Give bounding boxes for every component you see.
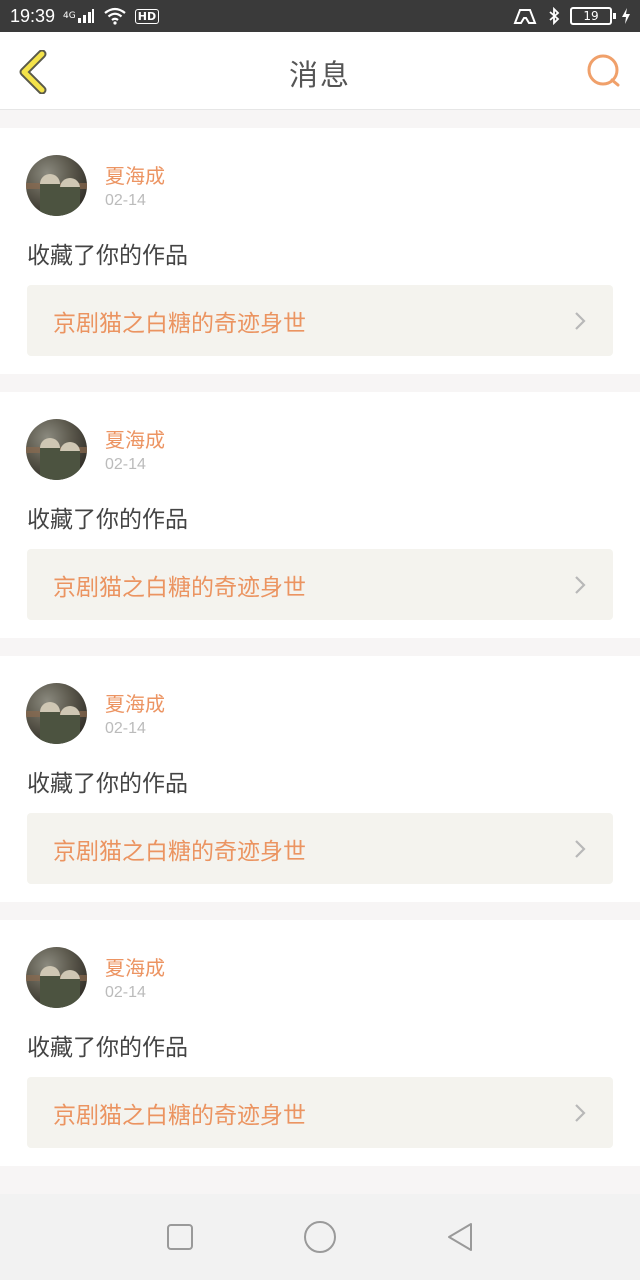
avatar[interactable] [26,947,87,1008]
work-title: 京剧猫之白糖的奇迹身世 [53,574,306,601]
username[interactable]: 夏海成 [105,160,165,189]
message-item: 夏海成 02-14 收藏了你的作品 京剧猫之白糖的奇迹身世 [0,128,640,374]
avatar[interactable] [26,683,87,744]
message-date: 02-14 [105,984,146,1001]
nav-back-button[interactable] [440,1217,480,1257]
network-type: 4G [63,11,76,21]
message-date: 02-14 [105,456,146,473]
bluetooth-icon [548,7,560,25]
wifi-icon [103,7,127,25]
message-item: 夏海成 02-14 收藏了你的作品 京剧猫之白糖的奇迹身世 [0,656,640,902]
chevron-right-icon [575,1103,586,1122]
message-action: 收藏了你的作品 [27,771,188,797]
charging-icon [622,8,630,24]
chevron-right-icon [575,575,586,594]
search-button[interactable] [584,52,624,92]
username[interactable]: 夏海成 [105,424,165,453]
work-link[interactable]: 京剧猫之白糖的奇迹身世 [27,813,613,884]
status-time: 19:39 [10,5,56,26]
status-bar: 19:39 4G HD 19 [0,0,640,32]
battery-icon: 19 [570,7,616,25]
avatar[interactable] [26,419,87,480]
status-left: 19:39 4G HD [10,5,160,27]
username[interactable]: 夏海成 [105,952,165,981]
recents-button[interactable] [160,1217,200,1257]
work-link[interactable]: 京剧猫之白糖的奇迹身世 [27,549,613,620]
work-title: 京剧猫之白糖的奇迹身世 [53,1102,306,1129]
home-button[interactable] [300,1217,340,1257]
signal-icon: 4G [63,8,95,24]
hd-label: HD [137,9,157,23]
page-title: 消息 [288,58,351,92]
message-item: 夏海成 02-14 收藏了你的作品 京剧猫之白糖的奇迹身世 [0,392,640,638]
work-title: 京剧猫之白糖的奇迹身世 [53,838,306,865]
username[interactable]: 夏海成 [105,688,165,717]
status-right: 19 [512,7,630,25]
avatar[interactable] [26,155,87,216]
message-item: 夏海成 02-14 收藏了你的作品 京剧猫之白糖的奇迹身世 [0,920,640,1166]
message-action: 收藏了你的作品 [27,1035,188,1061]
circle-icon [304,1221,336,1253]
square-icon [167,1224,193,1250]
system-nav-bar [0,1194,640,1280]
app-header: 消息 [0,32,640,110]
work-link[interactable]: 京剧猫之白糖的奇迹身世 [27,1077,613,1148]
hd-icon: HD [134,8,160,24]
chevron-right-icon [575,839,586,858]
message-date: 02-14 [105,720,146,737]
work-title: 京剧猫之白糖的奇迹身世 [53,310,306,337]
triangle-back-icon [448,1223,472,1251]
message-list: 夏海成 02-14 收藏了你的作品 京剧猫之白糖的奇迹身世 夏海成 02-14 … [0,128,640,1184]
work-link[interactable]: 京剧猫之白糖的奇迹身世 [27,285,613,356]
message-action: 收藏了你的作品 [27,243,188,269]
chevron-right-icon [575,311,586,330]
battery-level: 19 [583,9,599,23]
game-icon [512,7,538,25]
search-icon [587,54,620,87]
message-action: 收藏了你的作品 [27,507,188,533]
message-date: 02-14 [105,192,146,209]
